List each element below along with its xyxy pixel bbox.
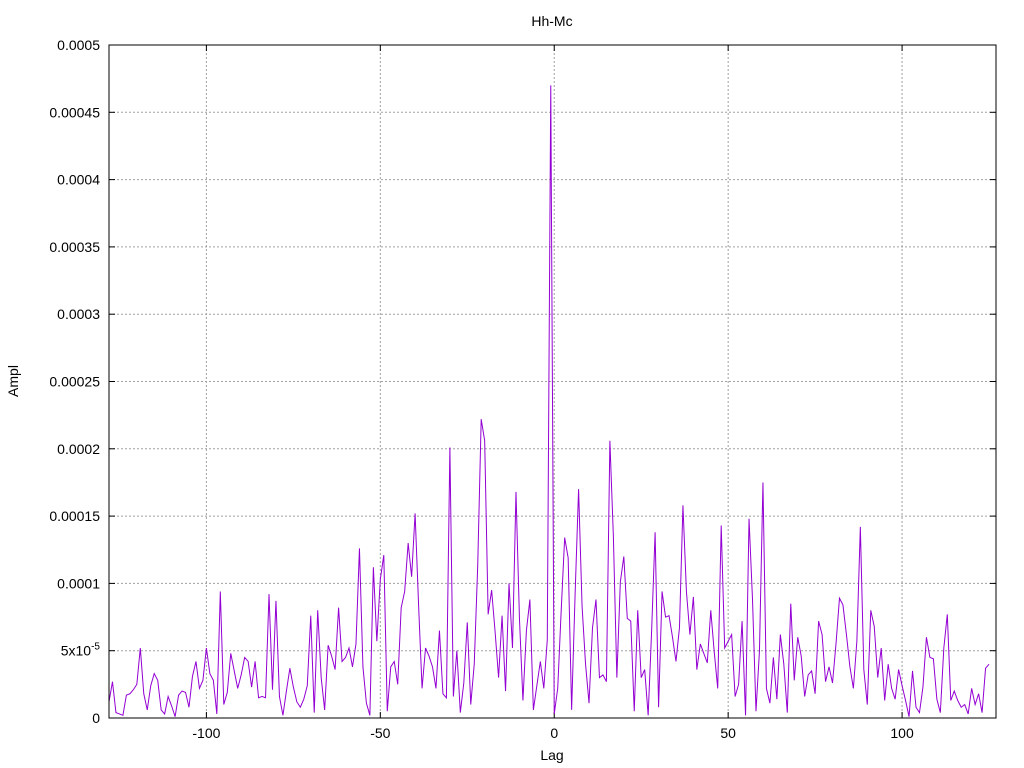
y-tick-label: 0.00025 [49,374,100,390]
y-tick-label: 0.0002 [57,441,100,457]
x-tick-label: -50 [370,725,390,741]
y-tick-label-exponent: -5 [91,642,100,653]
y-tick-label-text: 0.0005 [57,37,100,53]
y-tick-label-text: 0.0004 [57,172,100,188]
y-tick-label-text: 0.0001 [57,575,100,591]
y-tick-label: 0.00035 [49,239,100,255]
chart: -100 -50 0 50 100 0 5x10-5 0.0001 0.00015 0.0002… [0,0,1024,768]
y-tick-label: 0.0001 [57,575,100,591]
y-tick-label-text: 0.00035 [49,239,100,255]
y-tick-label: 0 [92,710,100,726]
y-tick-label-text: 0.00025 [49,374,100,390]
y-tick-label-text: 0.00015 [49,508,100,524]
y-tick-label-text: 0.0003 [57,306,100,322]
y-axis-label: Ampl [5,365,21,397]
y-tick-label-text: 0.0002 [57,441,100,457]
y-tick-label-text: 0.00045 [49,104,100,120]
y-tick-label: 0.00045 [49,104,100,120]
y-tick-label-text: 5x10 [61,643,92,659]
x-tick-label: 100 [890,725,914,741]
y-tick-label: 0.0003 [57,306,100,322]
y-tick-label-text: 0 [92,710,100,726]
x-tick-label: -100 [192,725,220,741]
y-tick-label: 0.0004 [57,172,100,188]
y-tick-label: 0.00015 [49,508,100,524]
x-tick-label: 0 [550,725,558,741]
chart-background [0,0,1024,768]
y-tick-label: 0.0005 [57,37,100,53]
x-tick-label: 50 [720,725,736,741]
x-axis-label: Lag [540,747,563,763]
chart-title: Hh-Mc [531,13,572,29]
